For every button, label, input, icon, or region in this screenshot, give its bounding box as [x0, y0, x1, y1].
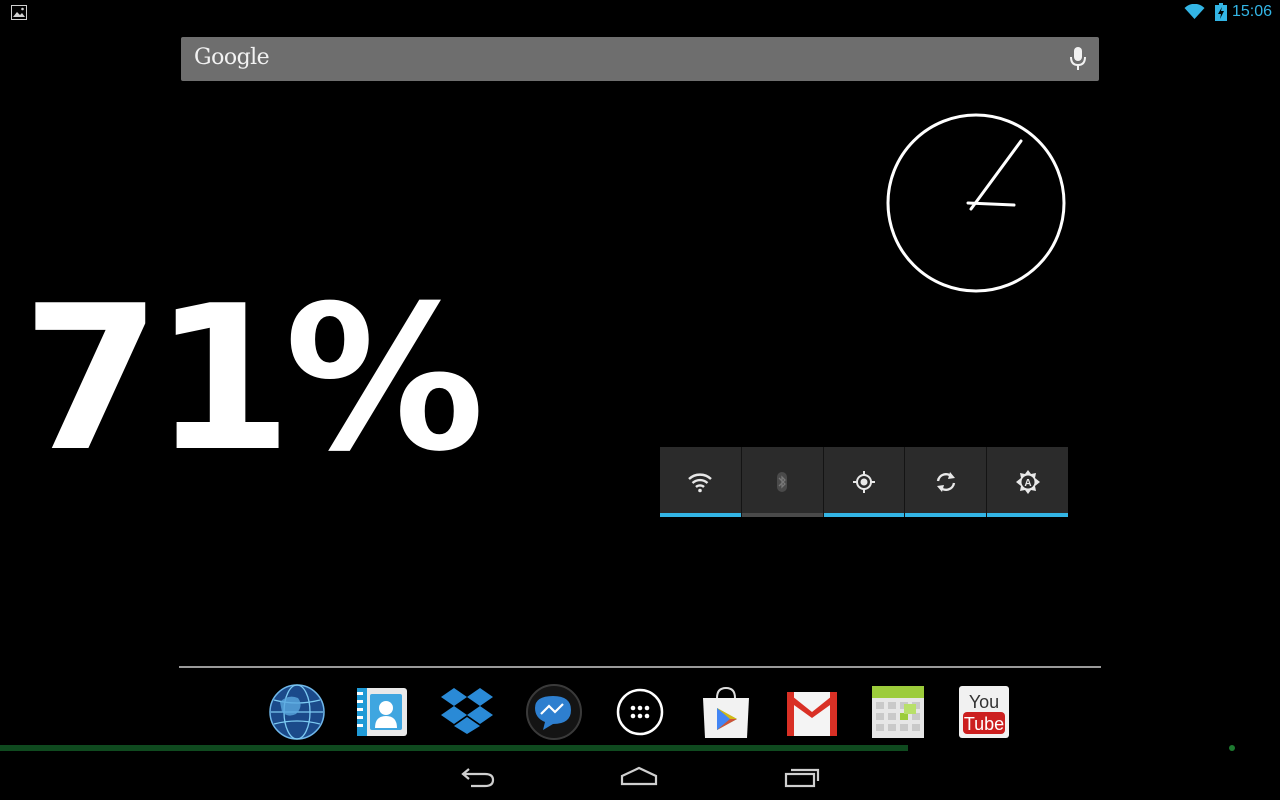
brightness-auto-label: A: [1024, 478, 1031, 489]
google-search-bar[interactable]: Google: [181, 37, 1099, 81]
minute-hand: [969, 139, 1023, 211]
sync-toggle[interactable]: [905, 447, 988, 517]
app-drawer-icon: [616, 688, 664, 736]
dropbox-icon: [441, 688, 493, 734]
auto-brightness-icon: A: [1015, 470, 1040, 494]
home-button[interactable]: [617, 762, 661, 792]
bluetooth-toggle[interactable]: [741, 447, 824, 517]
youtube-icon: You Tube: [959, 686, 1009, 738]
dock-app-browser[interactable]: [268, 684, 326, 740]
youtube-label-top: You: [969, 692, 999, 712]
battery-charging-icon: [1215, 3, 1227, 21]
location-icon: [852, 471, 875, 493]
home-icon: [620, 766, 658, 786]
page-indicator-dot: [1229, 745, 1235, 751]
sync-on-indicator: [905, 513, 987, 517]
wifi-toggle[interactable]: [660, 447, 742, 517]
wifi-on-indicator: [660, 513, 741, 517]
contacts-icon: [357, 688, 407, 736]
play-store-icon: [703, 686, 749, 738]
dock-app-play-store[interactable]: [697, 684, 755, 740]
google-logo[interactable]: Google: [194, 45, 270, 70]
status-bar[interactable]: 15:06: [0, 0, 1280, 26]
image-notification-icon: [11, 5, 27, 20]
power-control-widget: A: [660, 447, 1068, 517]
wifi-icon: [1184, 4, 1205, 19]
dock-app-gmail[interactable]: [783, 684, 841, 740]
progress-strip: [0, 745, 908, 751]
dock-app-dropbox[interactable]: [438, 684, 496, 740]
messenger-icon: [526, 684, 582, 740]
gmail-icon: [787, 692, 837, 736]
back-button[interactable]: [455, 762, 499, 792]
analog-clock-widget[interactable]: [885, 112, 1067, 294]
back-icon: [461, 768, 495, 788]
battery-percentage-widget[interactable]: 71%: [22, 280, 485, 480]
youtube-label-bottom: Tube: [964, 714, 1004, 734]
dock-app-youtube[interactable]: You Tube: [955, 684, 1013, 740]
globe-icon: [269, 684, 325, 740]
dock-app-calendar[interactable]: [869, 684, 927, 740]
bluetooth-off-indicator: [741, 513, 823, 517]
wifi-icon: [688, 473, 713, 493]
dock-divider: [179, 666, 1101, 668]
recents-button[interactable]: [781, 762, 825, 792]
recents-icon: [784, 768, 820, 788]
status-time: 15:06: [1232, 3, 1273, 20]
home-screen: 15:06 Google 71% A You Tube: [0, 0, 1280, 800]
dock-app-drawer[interactable]: [611, 684, 669, 740]
dock-app-contacts[interactable]: [353, 684, 411, 740]
microphone-icon[interactable]: [1069, 46, 1087, 72]
dock-app-messenger[interactable]: [525, 684, 583, 740]
brightness-toggle[interactable]: A: [987, 447, 1068, 517]
brightness-on-indicator: [987, 513, 1068, 517]
gps-on-indicator: [823, 513, 905, 517]
calendar-icon: [872, 686, 924, 738]
bluetooth-icon: [777, 472, 788, 492]
gps-toggle[interactable]: [823, 447, 906, 517]
sync-icon: [936, 472, 955, 492]
